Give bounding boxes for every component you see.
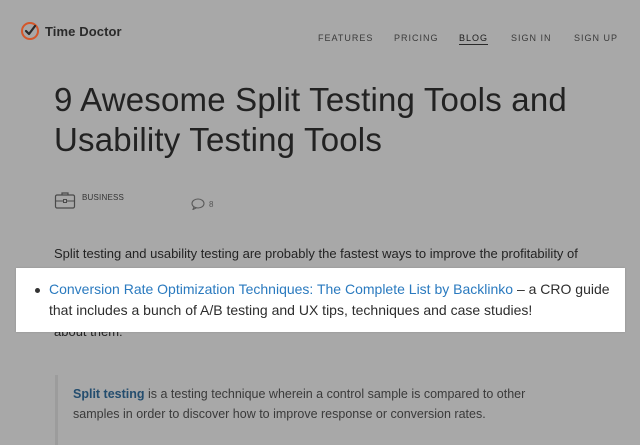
quote-text: Split testing is a testing technique whe… xyxy=(73,384,573,424)
comments-link[interactable]: 8 xyxy=(191,198,213,210)
brand-name: Time Doctor xyxy=(45,23,122,39)
clock-check-icon xyxy=(21,22,39,40)
comment-bubble-icon xyxy=(191,198,205,210)
intro-paragraph: Split testing and usability testing are … xyxy=(54,246,578,261)
nav-blog[interactable]: BLOG xyxy=(459,33,489,45)
brand-logo[interactable]: Time Doctor xyxy=(20,21,122,41)
highlight-callout: Conversion Rate Optimization Techniques:… xyxy=(16,268,625,332)
bullet-icon xyxy=(35,288,40,293)
briefcase-icon xyxy=(54,192,76,209)
split-testing-link[interactable]: Split testing xyxy=(73,387,145,401)
category-label: BUSINESS xyxy=(82,193,125,202)
article-title: 9 Awesome Split Testing Tools and Usabil… xyxy=(54,81,567,158)
comment-count: 8 xyxy=(209,199,214,209)
highlight-text: Conversion Rate Optimization Techniques:… xyxy=(49,279,614,321)
definition-quote: Split testing is a testing technique whe… xyxy=(55,375,578,445)
nav-pricing[interactable]: PRICING xyxy=(394,33,439,43)
article-page: Time Doctor FEATURES PRICING BLOG SIGN I… xyxy=(0,0,640,445)
nav-sign-up[interactable]: SIGN UP xyxy=(574,33,618,43)
backlinko-guide-link[interactable]: Conversion Rate Optimization Techniques:… xyxy=(49,281,513,297)
nav-sign-in[interactable]: SIGN IN xyxy=(511,33,552,43)
category-link[interactable]: BUSINESS xyxy=(54,190,124,210)
nav-features[interactable]: FEATURES xyxy=(318,33,373,43)
